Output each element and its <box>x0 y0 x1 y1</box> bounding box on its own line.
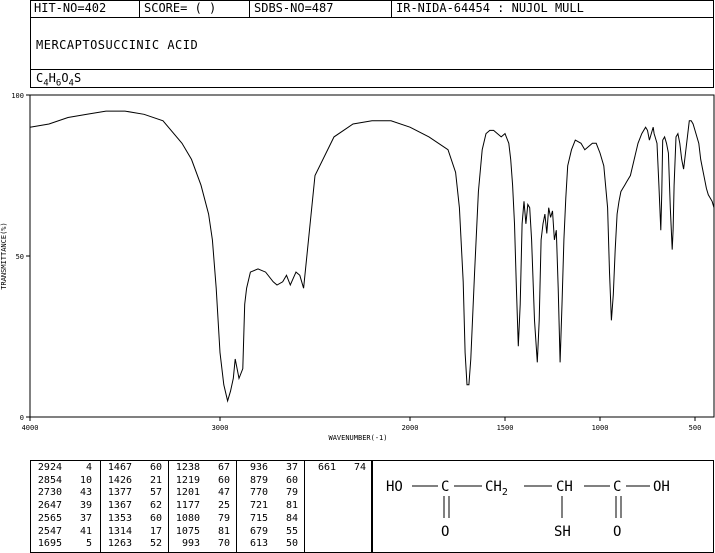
peak-col-divider-3 <box>236 460 237 553</box>
peak-wavenumber: 2547 <box>37 525 62 537</box>
peak-transmittance: 52 <box>149 538 162 550</box>
peak-wavenumber: 993 <box>181 538 200 550</box>
peak-wavenumber: 1201 <box>175 487 200 499</box>
struct-ho: HO <box>386 479 403 495</box>
peak-transmittance: 84 <box>285 512 298 524</box>
x-axis-label: WAVENUMBER(-1) <box>328 434 387 442</box>
peak-transmittance: 39 <box>79 500 92 512</box>
peak-transmittance: 5 <box>85 538 92 550</box>
peak-transmittance: 60 <box>149 462 162 473</box>
peak-transmittance: 17 <box>149 525 162 537</box>
struct-ch2: CH2 <box>485 479 508 498</box>
peak-transmittance: 21 <box>149 474 162 486</box>
peak-wavenumber: 1075 <box>175 525 200 537</box>
y-axis-ticks: 0 50 100 <box>11 92 30 422</box>
peak-transmittance: 57 <box>149 487 162 499</box>
peak-transmittance: 74 <box>353 462 366 473</box>
peak-transmittance: 70 <box>217 538 230 550</box>
x-tick-label: 2000 <box>402 424 419 432</box>
x-tick-label: 500 <box>689 424 702 432</box>
peak-wavenumber: 1426 <box>107 474 132 486</box>
peak-transmittance: 62 <box>149 500 162 512</box>
peak-wavenumber: 2647 <box>37 500 62 512</box>
x-tick-label: 1500 <box>497 424 514 432</box>
x-tick-label: 4000 <box>22 424 39 432</box>
peak-transmittance: 25 <box>217 500 230 512</box>
y-tick-label: 100 <box>11 92 24 100</box>
peak-wavenumber: 1263 <box>107 538 132 550</box>
peak-wavenumber: 1467 <box>107 462 132 473</box>
peak-transmittance: 81 <box>285 500 298 512</box>
peak-wavenumber: 1238 <box>175 462 200 473</box>
peak-wavenumber: 2924 <box>37 462 62 473</box>
peak-wavenumber: 715 <box>249 512 268 524</box>
peak-wavenumber: 613 <box>249 538 268 550</box>
peak-wavenumber: 2565 <box>37 512 62 524</box>
x-tick-label: 1000 <box>592 424 609 432</box>
peak-col-divider-1 <box>100 460 101 553</box>
struct-ch: CH <box>556 479 573 495</box>
peak-wavenumber: 1219 <box>175 474 200 486</box>
y-axis-label: TRANSMITTANCE(%) <box>0 222 8 289</box>
peak-transmittance: 79 <box>285 487 298 499</box>
x-tick-label: 3000 <box>212 424 229 432</box>
peak-transmittance: 41 <box>79 525 92 537</box>
peak-transmittance: 10 <box>79 474 92 486</box>
plot-frame <box>29 94 715 418</box>
peak-transmittance: 60 <box>285 474 298 486</box>
peak-transmittance: 47 <box>217 487 230 499</box>
struct-c2: C <box>613 479 621 495</box>
struct-o1: O <box>441 524 449 540</box>
y-tick-label: 0 <box>20 414 24 422</box>
struct-o2: O <box>613 524 621 540</box>
peak-wavenumber: 721 <box>249 500 268 512</box>
peak-wavenumber: 679 <box>249 525 268 537</box>
peak-wavenumber: 879 <box>249 474 268 486</box>
peak-wavenumber: 661 <box>317 462 336 473</box>
peak-transmittance: 55 <box>285 525 298 537</box>
peak-col-divider-4 <box>304 460 305 553</box>
peak-wavenumber: 1377 <box>107 487 132 499</box>
peak-transmittance: 4 <box>85 462 92 473</box>
x-axis-ticks: 4000 3000 2000 1500 1000 500 <box>22 417 702 432</box>
peak-transmittance: 37 <box>285 462 298 473</box>
peak-transmittance: 43 <box>79 487 92 499</box>
peak-wavenumber: 770 <box>249 487 268 499</box>
peak-wavenumber: 1353 <box>107 512 132 524</box>
struct-c1: C <box>441 479 449 495</box>
struct-sh: SH <box>554 524 571 540</box>
peak-wavenumber: 1314 <box>107 525 132 537</box>
y-tick-label: 50 <box>16 253 24 261</box>
peak-transmittance: 60 <box>149 512 162 524</box>
peak-wavenumber: 2730 <box>37 487 62 499</box>
peak-transmittance: 67 <box>217 462 230 473</box>
peak-wavenumber: 1367 <box>107 500 132 512</box>
peak-transmittance: 37 <box>79 512 92 524</box>
peak-wavenumber: 1177 <box>175 500 200 512</box>
peak-wavenumber: 2854 <box>37 474 62 486</box>
chemical-structure: HO C CH2 CH C OH O SH O <box>386 479 670 540</box>
peak-col-divider-2 <box>168 460 169 553</box>
peak-wavenumber: 936 <box>249 462 268 473</box>
struct-oh: OH <box>653 479 670 495</box>
peak-transmittance: 81 <box>217 525 230 537</box>
ir-spectrum-chart: 4000 3000 2000 1500 1000 500 0 50 100 WAVENUMBE… <box>0 92 715 442</box>
peak-transmittance: 60 <box>217 474 230 486</box>
peak-wavenumber: 1080 <box>175 512 200 524</box>
peak-transmittance: 79 <box>217 512 230 524</box>
peak-transmittance: 50 <box>285 538 298 550</box>
spectrum-line <box>29 110 715 403</box>
peak-wavenumber: 1695 <box>37 538 62 550</box>
